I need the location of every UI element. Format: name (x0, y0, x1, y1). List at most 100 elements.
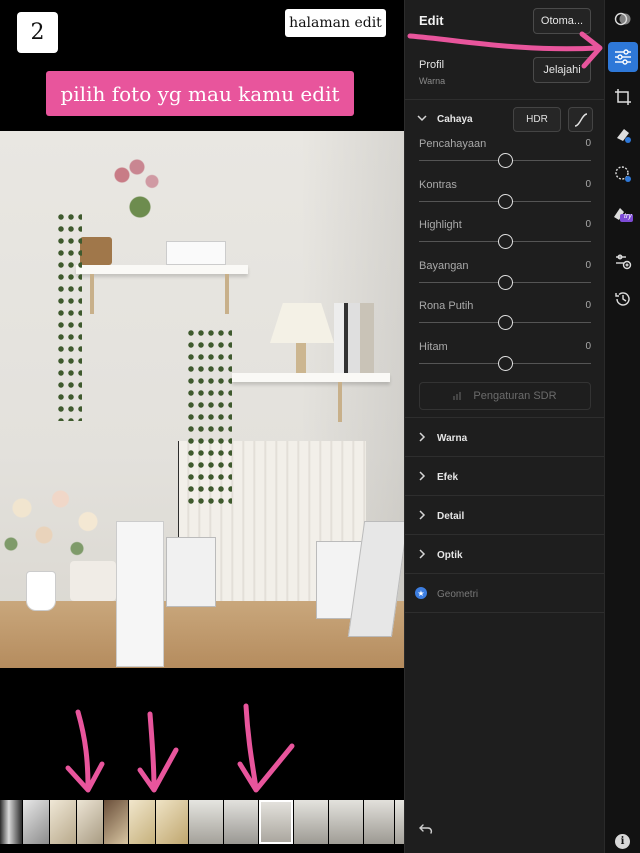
slider-row[interactable]: Highlight 0 (419, 219, 591, 259)
masking-icon (615, 166, 631, 182)
history-tool[interactable] (610, 286, 636, 312)
slider-value: 0 (585, 178, 591, 190)
slider-handle[interactable] (497, 315, 513, 330)
edit-panel-header: Edit Otoma... Profil Warna Jelajahi (405, 0, 604, 100)
slider-handle[interactable] (497, 193, 513, 209)
tone-curve-icon (574, 112, 587, 127)
slider-label: Kontras (419, 178, 457, 191)
filmstrip-thumbnail[interactable] (23, 800, 49, 844)
filmstrip-thumbnail[interactable] (156, 800, 188, 844)
light-section: Cahaya HDR Pencahayaan 0 Kontras 0 Highlight… (405, 100, 604, 418)
optics-section-label: Optik (437, 550, 463, 561)
color-section-header[interactable]: Warna (405, 418, 604, 457)
browse-profiles-button[interactable]: Jelajahi (533, 57, 591, 83)
filmstrip-thumbnail[interactable] (0, 800, 22, 844)
tone-curve-button[interactable] (568, 107, 593, 132)
sliders-icon (615, 49, 631, 65)
step-number-badge: 2 (17, 12, 58, 53)
slider-value: 0 (585, 340, 591, 352)
panel-title: Edit (419, 13, 444, 28)
geometry-section-header[interactable]: ★ Geometri (405, 574, 604, 613)
masking-tool[interactable] (610, 161, 636, 187)
pot (70, 561, 116, 601)
slider-value: 0 (585, 259, 591, 271)
photo-canvas-area: 2 halaman edit pilih foto yg mau kamu ed… (0, 0, 404, 853)
tulips (110, 159, 170, 239)
eraser-icon (617, 129, 631, 143)
pink-down-arrows (65, 703, 295, 793)
try-badge: try (624, 213, 632, 220)
slider-row[interactable]: Rona Putih 0 (419, 300, 591, 340)
drawer-unit (116, 521, 164, 667)
slider-value: 0 (585, 300, 591, 311)
filmstrip-thumbnail[interactable] (224, 800, 258, 844)
slider-label: Bayangan (419, 259, 469, 272)
detail-section-header[interactable]: Detail (405, 496, 604, 535)
slider-handle[interactable] (497, 355, 513, 371)
filmstrip[interactable] (0, 800, 404, 844)
shelf-upper (76, 265, 248, 274)
sdr-settings-label: Pengaturan SDR (473, 390, 557, 402)
profile-label: Profil (419, 59, 445, 71)
hanging-plant (186, 327, 232, 507)
effects-section-label: Efek (437, 472, 459, 483)
optics-section-header[interactable]: Optik (405, 535, 604, 574)
flowers (0, 481, 110, 571)
sdr-settings-button: Pengaturan SDR (419, 382, 591, 410)
detail-section-label: Detail (437, 511, 465, 522)
filmstrip-thumbnail[interactable] (395, 800, 404, 844)
books (334, 303, 374, 373)
filmstrip-thumbnail[interactable] (364, 800, 394, 844)
slider-row[interactable]: Hitam 0 (419, 341, 591, 381)
info-icon[interactable]: i (615, 834, 630, 849)
healing-tool[interactable] (610, 122, 636, 148)
presets-tool[interactable] (610, 6, 636, 32)
edit-adjustments-tool[interactable] (608, 42, 638, 72)
slider-row[interactable]: Bayangan 0 (419, 260, 591, 300)
sdr-icon (453, 392, 462, 400)
hanging-plant (56, 211, 82, 421)
shelf-lower (232, 373, 390, 382)
filmstrip-thumbnail-selected[interactable] (259, 800, 293, 844)
storage-box (166, 241, 226, 265)
presets-icon (614, 12, 631, 26)
filmstrip-thumbnail[interactable] (129, 800, 155, 844)
basket (80, 237, 112, 265)
undo-icon[interactable] (419, 822, 433, 836)
filmstrip-thumbnail[interactable] (77, 800, 103, 844)
versions-tool[interactable] (610, 248, 636, 274)
light-section-label: Cahaya (437, 114, 473, 125)
slider-handle[interactable] (497, 153, 513, 168)
lamp-base (296, 343, 306, 373)
crop-icon (615, 89, 631, 105)
slider-handle[interactable] (497, 234, 513, 249)
filmstrip-thumbnail[interactable] (329, 800, 363, 844)
history-icon (615, 292, 630, 306)
slider-value: 0 (585, 138, 591, 149)
chevron-right-icon (417, 510, 427, 520)
filmstrip-thumbnail[interactable] (50, 800, 76, 844)
crop-tool[interactable] (610, 84, 636, 110)
effects-section-header[interactable]: Efek (405, 457, 604, 496)
photo-preview[interactable] (0, 131, 404, 668)
light-section-header[interactable]: Cahaya HDR (405, 100, 605, 138)
organizer-cart (166, 537, 216, 607)
hdr-button[interactable]: HDR (513, 107, 561, 132)
slider-row[interactable]: Kontras 0 (419, 179, 591, 219)
caption-banner: pilih foto yg mau kamu edit (46, 71, 354, 116)
shelf-bracket (90, 274, 94, 314)
slider-handle[interactable] (497, 274, 513, 290)
slider-label: Highlight (419, 219, 462, 231)
chevron-right-icon (417, 432, 427, 442)
versions-icon (616, 254, 632, 270)
slider-value: 0 (585, 219, 591, 230)
auto-button[interactable]: Otoma... (533, 8, 591, 34)
generative-remove-tool[interactable]: try (610, 201, 636, 227)
filmstrip-thumbnail[interactable] (189, 800, 223, 844)
filmstrip-thumbnail[interactable] (104, 800, 128, 844)
shelf-bracket (338, 382, 342, 422)
slider-row[interactable]: Pencahayaan 0 (419, 138, 591, 178)
filmstrip-thumbnail[interactable] (294, 800, 328, 844)
premium-star-icon: ★ (415, 587, 427, 599)
edit-panel: Edit Otoma... Profil Warna Jelajahi Caha… (404, 0, 604, 853)
